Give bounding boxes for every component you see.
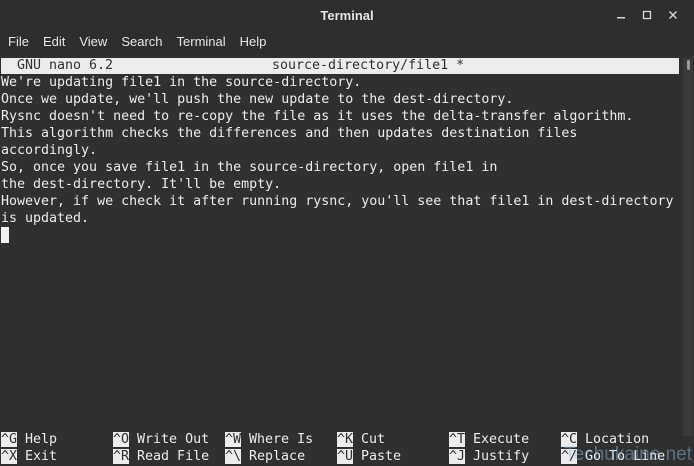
shortcut-label: Execute — [473, 432, 530, 447]
shortcut-help[interactable]: ^G Help — [1, 431, 57, 448]
shortcut-key: ^J — [449, 449, 466, 464]
shortcut-key: ^O — [113, 432, 130, 447]
shortcut-key: ^U — [337, 449, 354, 464]
menu-terminal[interactable]: Terminal — [170, 30, 233, 54]
shortcut-key: ^\ — [225, 449, 242, 464]
text-line: is updated. — [1, 211, 90, 226]
terminal-area[interactable]: GNU nano 6.2 source-directory/file1 * We… — [0, 54, 694, 466]
scrollbar[interactable] — [683, 58, 693, 436]
shortcut-label: Go To Line — [585, 449, 666, 464]
menu-edit[interactable]: Edit — [36, 30, 72, 54]
shortcut-execute[interactable]: ^T Execute — [449, 431, 529, 448]
shortcut-write-out[interactable]: ^O Write Out — [113, 431, 209, 448]
maximize-icon — [642, 10, 652, 20]
shortcut-label: Help — [25, 432, 58, 447]
shortcut-location[interactable]: ^C Location — [561, 431, 649, 448]
shortcut-key: ^K — [337, 432, 354, 447]
shortcut-read-file[interactable]: ^R Read File — [113, 448, 209, 465]
shortcut-label: Cut — [361, 432, 386, 447]
shortcut-key: ^G — [1, 432, 18, 447]
title-bar[interactable]: Terminal — [0, 0, 694, 30]
shortcut-label: Write Out — [137, 432, 210, 447]
shortcut-where-is[interactable]: ^W Where Is — [225, 431, 313, 448]
text-line: the dest-directory. It'll be empty. — [1, 177, 282, 192]
maximize-button[interactable] — [634, 2, 660, 28]
shortcut-key: ^R — [113, 449, 130, 464]
text-line: We're updating file1 in the source-direc… — [1, 75, 362, 90]
text-line: So, once you save file1 in the source-di… — [1, 160, 498, 175]
close-icon — [669, 11, 677, 19]
shortcut-label: Location — [585, 432, 650, 447]
shortcut-replace[interactable]: ^\ Replace — [225, 448, 305, 465]
text-line: However, if we check it after running ry… — [1, 194, 674, 209]
nano-file-title: source-directory/file1 * — [272, 58, 465, 73]
text-line: Once we update, we'll push the new updat… — [1, 92, 514, 107]
text-line: accordingly. — [1, 143, 98, 158]
shortcut-label: Justify — [473, 449, 530, 464]
shortcut-label: Exit — [25, 449, 58, 464]
close-button[interactable] — [660, 2, 686, 28]
shortcut-label: Where Is — [249, 432, 314, 447]
nano-header-bar: GNU nano 6.2 source-directory/file1 * — [1, 58, 679, 74]
shortcut-key: ^W — [225, 432, 242, 447]
menu-bar: File Edit View Search Terminal Help — [0, 30, 694, 54]
menu-file[interactable]: File — [1, 30, 36, 54]
text-cursor — [1, 227, 9, 243]
shortcut-go-to-line[interactable]: ^/ Go To Line — [561, 448, 665, 465]
shortcut-label: Replace — [249, 449, 306, 464]
shortcut-paste[interactable]: ^U Paste — [337, 448, 401, 465]
shortcut-exit[interactable]: ^X Exit — [1, 448, 57, 465]
minimize-icon — [617, 17, 625, 19]
nano-version: GNU nano 6.2 — [17, 58, 114, 73]
scroll-thumb[interactable] — [687, 60, 690, 70]
shortcut-key: ^C — [561, 432, 578, 447]
minimize-button[interactable] — [608, 2, 634, 28]
shortcut-cut[interactable]: ^K Cut — [337, 431, 385, 448]
shortcut-label: Read File — [137, 449, 210, 464]
menu-view[interactable]: View — [72, 30, 114, 54]
terminal-window: Terminal File Edit View Search Terminal … — [0, 0, 694, 466]
shortcut-label: Paste — [361, 449, 402, 464]
shortcut-justify[interactable]: ^J Justify — [449, 448, 529, 465]
window-controls — [608, 0, 686, 30]
shortcut-key: ^/ — [561, 449, 578, 464]
shortcut-key: ^T — [449, 432, 466, 447]
shortcut-key: ^X — [1, 449, 18, 464]
text-line: This algorithm checks the differences an… — [1, 126, 578, 141]
window-title: Terminal — [320, 7, 374, 23]
menu-search[interactable]: Search — [114, 30, 169, 54]
text-line: Rysnc doesn't need to re-copy the file a… — [1, 109, 634, 124]
menu-help[interactable]: Help — [233, 30, 274, 54]
